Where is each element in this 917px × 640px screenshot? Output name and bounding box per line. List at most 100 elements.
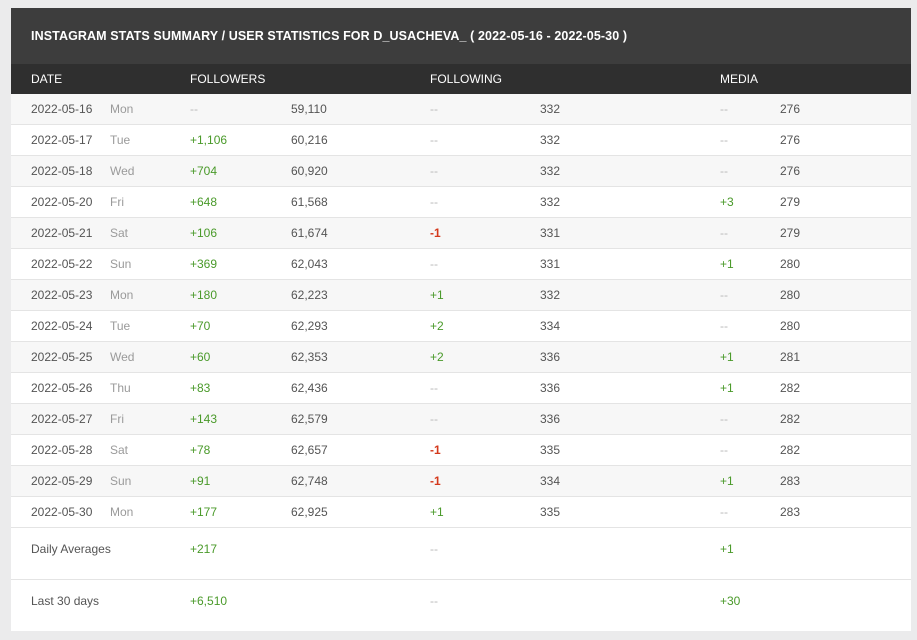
row-date: 2022-05-22 (31, 257, 93, 271)
followers-change: +60 (190, 350, 211, 364)
followers-change: +83 (190, 381, 211, 395)
followers-count: 61,674 (291, 226, 328, 240)
following-change: -- (430, 195, 438, 209)
media-change: -- (720, 412, 728, 426)
followers-change: +1,106 (190, 133, 228, 147)
media-count: 276 (780, 102, 801, 116)
following-count: 334 (540, 474, 561, 488)
followers-change: +70 (190, 319, 211, 333)
following-count: 332 (540, 288, 561, 302)
row-weekday: Tue (110, 319, 131, 333)
following-change: -- (430, 164, 438, 178)
following-count: 336 (540, 412, 561, 426)
media-change: -- (720, 226, 728, 240)
summary-following: -- (430, 542, 438, 556)
stats-table-body: 2022-05-16 Mon -- 59,110 -- 332 -- 276 2022-05-1… (11, 94, 911, 528)
following-change: -1 (430, 443, 441, 457)
following-change: -- (430, 257, 438, 271)
row-weekday: Sun (110, 474, 132, 488)
summary-following: -- (430, 594, 438, 608)
following-count: 332 (540, 133, 561, 147)
column-header-following: FOLLOWING (430, 72, 503, 86)
following-change: -- (430, 381, 438, 395)
followers-count: 60,216 (291, 133, 328, 147)
table-row: 2022-05-20 Fri +648 61,568 -- 332 +3 279 (11, 187, 911, 218)
table-row: 2022-05-27 Fri +143 62,579 -- 336 -- 282 (11, 404, 911, 435)
stats-summary: Daily Averages +217 -- +1 Last 30 days +6,510… (11, 528, 911, 631)
media-count: 281 (780, 350, 801, 364)
following-change: +1 (430, 288, 444, 302)
summary-followers: +6,510 (190, 594, 228, 608)
followers-change: +106 (190, 226, 218, 240)
media-change: -- (720, 102, 728, 116)
row-date: 2022-05-28 (31, 443, 93, 457)
media-change: +1 (720, 474, 734, 488)
row-weekday: Fri (110, 195, 124, 209)
media-change: -- (720, 288, 728, 302)
followers-count: 62,436 (291, 381, 328, 395)
summary-label: Daily Averages (31, 542, 111, 556)
table-row: 2022-05-18 Wed +704 60,920 -- 332 -- 276 (11, 156, 911, 187)
row-weekday: Thu (110, 381, 131, 395)
row-weekday: Sat (110, 226, 129, 240)
following-change: +2 (430, 350, 444, 364)
row-date: 2022-05-27 (31, 412, 93, 426)
summary-label: Last 30 days (31, 594, 100, 608)
followers-count: 59,110 (291, 102, 327, 116)
following-count: 331 (540, 257, 561, 271)
row-weekday: Wed (110, 164, 135, 178)
media-count: 276 (780, 164, 801, 178)
following-count: 334 (540, 319, 561, 333)
summary-followers: +217 (190, 542, 218, 556)
media-count: 276 (780, 133, 801, 147)
media-change: +1 (720, 257, 734, 271)
table-row: 2022-05-23 Mon +180 62,223 +1 332 -- 280 (11, 280, 911, 311)
table-row: 2022-05-26 Thu +83 62,436 -- 336 +1 282 (11, 373, 911, 404)
column-header-row: DATE FOLLOWERS FOLLOWING MEDIA (11, 64, 911, 94)
row-date: 2022-05-20 (31, 195, 93, 209)
followers-count: 62,353 (291, 350, 328, 364)
media-change: -- (720, 164, 728, 178)
media-count: 282 (780, 412, 801, 426)
followers-count: 61,568 (291, 195, 328, 209)
table-row: 2022-05-22 Sun +369 62,043 -- 331 +1 280 (11, 249, 911, 280)
followers-change: +177 (190, 505, 218, 519)
stats-title: INSTAGRAM STATS SUMMARY / USER STATISTIC… (11, 8, 911, 64)
followers-change: +91 (190, 474, 211, 488)
media-count: 283 (780, 505, 801, 519)
following-count: 336 (540, 381, 561, 395)
following-change: -- (430, 102, 438, 116)
row-date: 2022-05-30 (31, 505, 93, 519)
media-count: 279 (780, 226, 801, 240)
table-row: 2022-05-25 Wed +60 62,353 +2 336 +1 281 (11, 342, 911, 373)
table-row: 2022-05-24 Tue +70 62,293 +2 334 -- 280 (11, 311, 911, 342)
followers-change: -- (190, 102, 198, 116)
following-count: 335 (540, 443, 561, 457)
followers-count: 62,748 (291, 474, 328, 488)
followers-count: 60,920 (291, 164, 328, 178)
followers-count: 62,293 (291, 319, 328, 333)
followers-count: 62,043 (291, 257, 328, 271)
followers-change: +648 (190, 195, 218, 209)
row-date: 2022-05-26 (31, 381, 93, 395)
table-row: 2022-05-17 Tue +1,106 60,216 -- 332 -- 276 (11, 125, 911, 156)
row-weekday: Fri (110, 412, 124, 426)
table-row: 2022-05-29 Sun +91 62,748 -1 334 +1 283 (11, 466, 911, 497)
row-date: 2022-05-17 (31, 133, 93, 147)
followers-change: +180 (190, 288, 218, 302)
following-change: -1 (430, 226, 441, 240)
followers-count: 62,925 (291, 505, 328, 519)
row-weekday: Wed (110, 350, 135, 364)
media-count: 280 (780, 319, 801, 333)
summary-row: Daily Averages +217 -- +1 (11, 528, 911, 580)
following-change: -- (430, 412, 438, 426)
media-count: 279 (780, 195, 801, 209)
media-count: 282 (780, 381, 801, 395)
followers-change: +78 (190, 443, 211, 457)
following-change: +2 (430, 319, 444, 333)
table-row: 2022-05-21 Sat +106 61,674 -1 331 -- 279 (11, 218, 911, 249)
following-change: -- (430, 133, 438, 147)
table-row: 2022-05-28 Sat +78 62,657 -1 335 -- 282 (11, 435, 911, 466)
following-count: 332 (540, 102, 561, 116)
media-count: 280 (780, 288, 801, 302)
